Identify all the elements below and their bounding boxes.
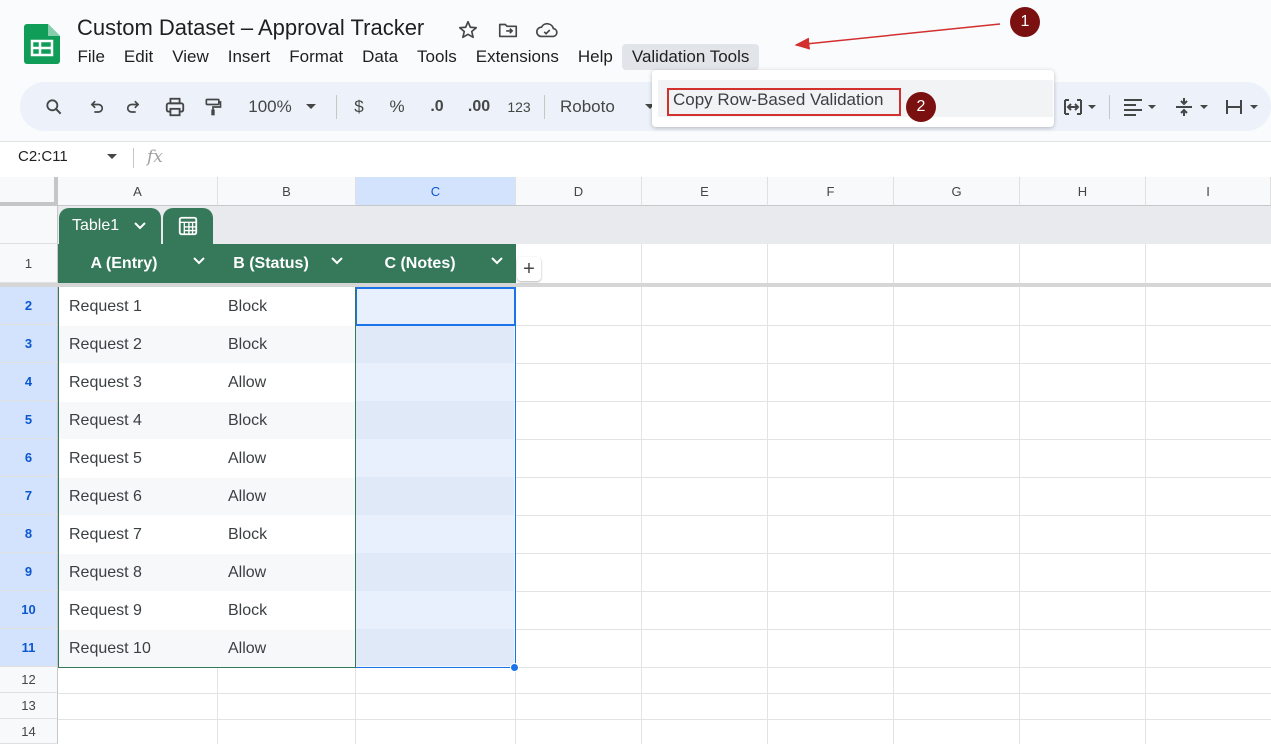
step-badge-1: 1 (1010, 7, 1040, 37)
annotation-arrow (794, 23, 1001, 50)
step-badge-2: 2 (906, 92, 936, 122)
